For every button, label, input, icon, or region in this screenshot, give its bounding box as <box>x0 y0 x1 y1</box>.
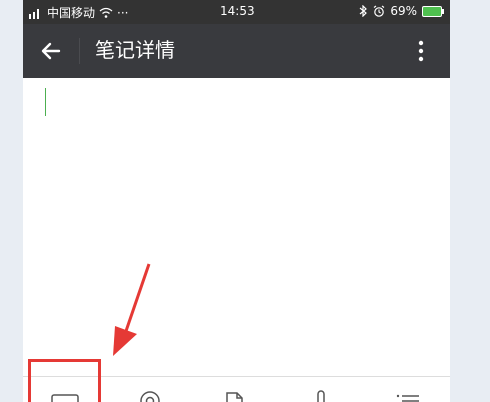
annotation-highlight-box <box>28 359 101 402</box>
back-arrow-icon[interactable] <box>37 37 65 65</box>
page-title: 笔记详情 <box>95 38 175 62</box>
title-bar: 笔记详情 <box>23 24 450 78</box>
signal-icon <box>29 8 39 19</box>
note-editor[interactable] <box>23 78 450 378</box>
file-icon[interactable] <box>223 385 245 402</box>
bluetooth-icon <box>359 5 368 17</box>
more-options-icon[interactable] <box>414 37 428 65</box>
status-time: 14:53 <box>220 4 255 18</box>
status-more-dots: ··· <box>117 5 129 20</box>
text-cursor <box>45 88 46 116</box>
battery-icon <box>422 5 444 17</box>
status-bar: 中国移动 ··· 14:53 69% <box>23 0 450 24</box>
status-left: 中国移动 ··· <box>29 4 128 21</box>
title-divider <box>79 38 80 64</box>
phone-screen: 中国移动 ··· 14:53 69% 笔记详情 <box>23 0 450 402</box>
list-icon[interactable] <box>395 385 421 402</box>
at-sign-icon[interactable] <box>139 385 161 402</box>
microphone-icon[interactable] <box>313 385 329 402</box>
battery-percent: 69% <box>390 4 417 18</box>
carrier-label: 中国移动 <box>47 6 96 20</box>
alarm-icon <box>373 5 385 17</box>
status-right: 69% <box>359 4 444 18</box>
wifi-icon <box>99 7 113 18</box>
annotation-arrow <box>113 263 151 356</box>
